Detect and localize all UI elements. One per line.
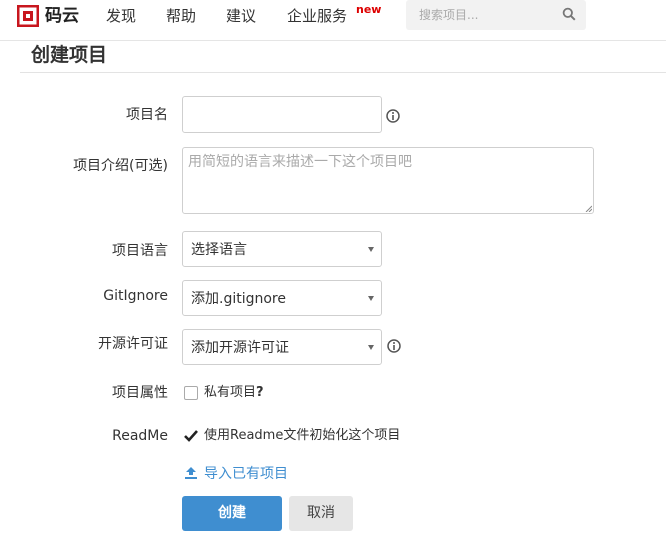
license-label: 开源许可证 (98, 336, 168, 352)
language-select[interactable]: 选择语言 (182, 231, 382, 267)
gitee-logo-icon[interactable] (17, 5, 39, 27)
import-project-link[interactable]: 导入已有项目 (204, 464, 288, 484)
chevron-down-icon (368, 296, 374, 301)
info-icon[interactable] (387, 339, 401, 353)
project-desc-textarea[interactable]: 用简短的语言来描述一下这个项目吧 (182, 147, 594, 214)
project-desc-label: 项目介绍(可选) (73, 158, 168, 174)
license-select-value: 添加开源许可证 (191, 340, 289, 356)
create-button[interactable]: 创建 (182, 496, 282, 531)
project-name-label: 项目名 (126, 107, 168, 123)
search-icon[interactable] (562, 7, 576, 21)
readme-checkbox-checked-icon[interactable] (183, 429, 199, 443)
brand-name[interactable]: 码云 (45, 4, 79, 28)
readme-text[interactable]: 使用Readme文件初始化这个项目 (204, 427, 400, 445)
info-icon[interactable] (386, 109, 400, 123)
title-divider (20, 72, 666, 73)
private-text: 私有项目 (204, 385, 257, 400)
language-label: 项目语言 (112, 243, 168, 259)
cancel-button[interactable]: 取消 (289, 496, 353, 531)
readme-label: ReadMe (112, 428, 168, 444)
language-select-value: 选择语言 (191, 242, 247, 258)
search-box[interactable]: 搜索项目... (406, 0, 586, 30)
resize-handle-icon[interactable] (585, 205, 592, 212)
attribute-label: 项目属性 (112, 385, 168, 401)
nav-enterprise[interactable]: 企业服务 (287, 6, 347, 26)
private-checkbox[interactable] (184, 386, 198, 400)
project-desc-placeholder: 用简短的语言来描述一下这个项目吧 (188, 154, 412, 170)
nav-discover[interactable]: 发现 (106, 6, 136, 26)
chevron-down-icon (368, 345, 374, 350)
chevron-down-icon (368, 247, 374, 252)
private-help-icon[interactable]: ? (256, 385, 264, 400)
nav-help[interactable]: 帮助 (166, 6, 196, 26)
top-nav: 码云 发现 帮助 建议 企业服务 new 搜索项目... (0, 0, 666, 41)
license-select[interactable]: 添加开源许可证 (182, 329, 382, 365)
nav-suggest[interactable]: 建议 (226, 6, 256, 26)
project-name-input[interactable] (182, 96, 382, 133)
gitignore-select[interactable]: 添加.gitignore (182, 280, 382, 316)
search-input[interactable]: 搜索项目... (419, 7, 478, 23)
gitignore-label: GitIgnore (103, 288, 168, 304)
private-label[interactable]: 私有项目? (204, 384, 264, 402)
upload-icon[interactable] (184, 466, 198, 480)
page-title: 创建项目 (31, 44, 108, 66)
new-badge: new (356, 3, 382, 16)
gitignore-select-value: 添加.gitignore (191, 291, 286, 307)
